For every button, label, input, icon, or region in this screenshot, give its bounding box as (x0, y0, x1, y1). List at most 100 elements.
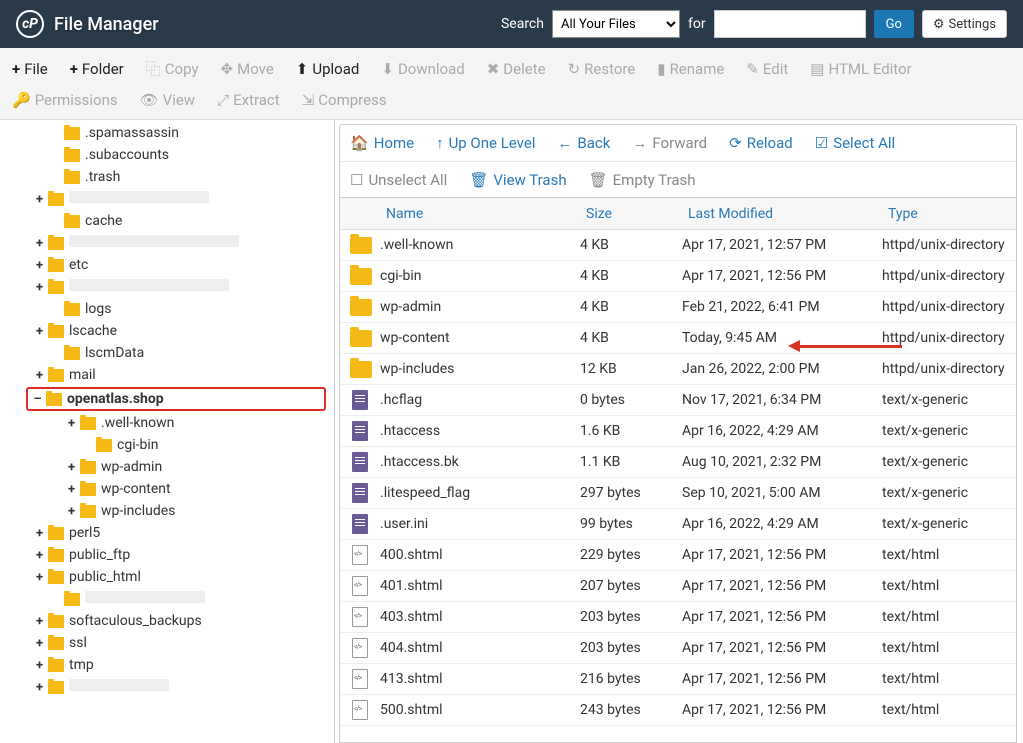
tree-item[interactable]: + (0, 188, 334, 210)
tree-item[interactable]: +softaculous_backups (0, 610, 334, 632)
tree-item[interactable]: +mail (0, 364, 334, 386)
table-row[interactable]: 403.shtml203 bytesApr 17, 2021, 12:56 PM… (340, 602, 1016, 633)
expand-icon[interactable]: + (66, 482, 77, 497)
empty-trash-button[interactable]: 🗑Empty Trash (589, 171, 696, 189)
home-button[interactable]: 🏠Home (350, 134, 414, 152)
expand-icon[interactable]: + (34, 324, 45, 339)
tree-item[interactable]: +ssl (0, 632, 334, 654)
expand-icon[interactable]: + (34, 192, 45, 207)
table-row[interactable]: .htaccess1.6 KBApr 16, 2022, 4:29 AMtext… (340, 416, 1016, 447)
col-type[interactable]: Type (878, 206, 1016, 222)
table-row[interactable]: .user.ini99 bytesApr 16, 2022, 4:29 AMte… (340, 509, 1016, 540)
table-row[interactable]: wp-includes12 KBJan 26, 2022, 2:00 PMhtt… (340, 354, 1016, 385)
expand-icon[interactable]: + (34, 526, 45, 541)
tree-item[interactable] (0, 588, 334, 610)
tree-item[interactable]: +wp-content (0, 478, 334, 500)
col-modified[interactable]: Last Modified (678, 206, 878, 222)
cell-mod: Nov 17, 2021, 6:34 PM (672, 392, 872, 408)
expand-icon[interactable]: + (34, 548, 45, 563)
tree-item[interactable]: logs (0, 298, 334, 320)
expand-icon[interactable]: + (34, 680, 45, 695)
expand-icon[interactable]: + (34, 368, 45, 383)
cell-mod: Apr 17, 2021, 12:56 PM (672, 702, 872, 718)
doc-icon (350, 452, 370, 472)
table-row[interactable]: 500.shtml243 bytesApr 17, 2021, 12:56 PM… (340, 695, 1016, 726)
view-button[interactable]: 👁View (138, 87, 197, 113)
table-row[interactable]: 413.shtml216 bytesApr 17, 2021, 12:56 PM… (340, 664, 1016, 695)
search-input[interactable] (714, 10, 866, 38)
expand-icon[interactable]: – (32, 392, 43, 407)
settings-button[interactable]: Settings (922, 10, 1007, 38)
up-button[interactable]: ↑Up One Level (436, 134, 535, 152)
download-button[interactable]: ⬇Download (379, 54, 466, 83)
table-row[interactable]: 404.shtml203 bytesApr 17, 2021, 12:56 PM… (340, 633, 1016, 664)
tree-item[interactable]: + (0, 676, 334, 698)
table-row[interactable]: .hcflag0 bytesNov 17, 2021, 6:34 PMtext/… (340, 385, 1016, 416)
unselect-all-button[interactable]: ☐Unselect All (350, 171, 447, 189)
html-editor-button[interactable]: ▤HTML Editor (808, 54, 913, 83)
tree-item[interactable]: + (0, 276, 334, 298)
edit-button[interactable]: ✎Edit (744, 54, 790, 83)
table-row[interactable]: wp-content4 KBToday, 9:45 AMhttpd/unix-d… (340, 323, 1016, 354)
col-size[interactable]: Size (576, 206, 678, 222)
expand-icon[interactable]: + (34, 570, 45, 585)
go-button[interactable]: Go (874, 10, 914, 38)
settings-label: Settings (949, 17, 996, 32)
cell-size: 203 bytes (570, 640, 672, 656)
back-button[interactable]: ←Back (557, 134, 610, 152)
reload-button[interactable]: ⟳Reload (729, 134, 793, 152)
folder-tree[interactable]: .spamassassin.subaccounts.trash+cache++e… (0, 120, 335, 743)
expand-icon[interactable]: + (34, 258, 45, 273)
tree-item[interactable]: +lscache (0, 320, 334, 342)
tree-item[interactable]: +tmp (0, 654, 334, 676)
table-row[interactable]: 401.shtml207 bytesApr 17, 2021, 12:56 PM… (340, 571, 1016, 602)
tree-item[interactable]: +public_html (0, 566, 334, 588)
table-row[interactable]: .htaccess.bk1.1 KBAug 10, 2021, 2:32 PMt… (340, 447, 1016, 478)
tree-item[interactable]: lscmData (0, 342, 334, 364)
tree-item[interactable]: cache (0, 210, 334, 232)
expand-icon[interactable]: + (34, 636, 45, 651)
table-row[interactable]: .litespeed_flag297 bytesSep 10, 2021, 5:… (340, 478, 1016, 509)
rename-button[interactable]: ▮Rename (655, 54, 726, 83)
expand-icon[interactable]: + (66, 504, 77, 519)
copy-button[interactable]: ⿻Copy (144, 54, 201, 83)
tree-item[interactable]: +etc (0, 254, 334, 276)
col-name[interactable]: Name (376, 206, 576, 222)
view-trash-button[interactable]: 🗑View Trash (469, 171, 566, 189)
folder-icon (48, 549, 64, 562)
tree-item[interactable]: +perl5 (0, 522, 334, 544)
expand-icon[interactable]: + (66, 416, 77, 431)
tree-item[interactable]: .spamassassin (0, 122, 334, 144)
expand-icon[interactable]: + (66, 460, 77, 475)
search-scope-select[interactable]: All Your Files (552, 10, 680, 38)
tree-item[interactable]: +public_ftp (0, 544, 334, 566)
tree-item[interactable]: cgi-bin (0, 434, 334, 456)
table-row[interactable]: 400.shtml229 bytesApr 17, 2021, 12:56 PM… (340, 540, 1016, 571)
table-row[interactable]: wp-admin4 KBFeb 21, 2022, 6:41 PMhttpd/u… (340, 292, 1016, 323)
table-row[interactable]: .well-known4 KBApr 17, 2021, 12:57 PMhtt… (340, 230, 1016, 261)
delete-button[interactable]: ✖Delete (485, 54, 548, 83)
expand-icon[interactable]: + (34, 614, 45, 629)
tree-item[interactable]: + (0, 232, 334, 254)
tree-item[interactable]: + .well-known (0, 412, 334, 434)
forward-button[interactable]: →Forward (632, 134, 707, 152)
tree-item[interactable]: –openatlas.shop (26, 387, 326, 411)
tree-item[interactable]: +wp-admin (0, 456, 334, 478)
tree-item[interactable]: +wp-includes (0, 500, 334, 522)
select-all-button[interactable]: ☑Select All (815, 134, 895, 152)
tree-item[interactable]: .subaccounts (0, 144, 334, 166)
tree-item[interactable]: .trash (0, 166, 334, 188)
file-button[interactable]: +File (10, 54, 50, 83)
permissions-button[interactable]: 🔑Permissions (10, 87, 120, 113)
restore-button[interactable]: ↻Restore (566, 54, 638, 83)
extract-button[interactable]: ⤢Extract (215, 87, 282, 113)
folder-button[interactable]: +Folder (68, 54, 126, 83)
expand-icon[interactable]: + (34, 658, 45, 673)
expand-icon[interactable]: + (34, 280, 45, 295)
compress-button[interactable]: ⇲Compress (300, 87, 389, 113)
table-row[interactable]: cgi-bin4 KBApr 17, 2021, 12:56 PMhttpd/u… (340, 261, 1016, 292)
expand-icon[interactable]: + (34, 236, 45, 251)
upload-button[interactable]: ⬆Upload (294, 54, 362, 83)
tree-label: .well-known (101, 415, 174, 431)
move-button[interactable]: ✥Move (219, 54, 276, 83)
